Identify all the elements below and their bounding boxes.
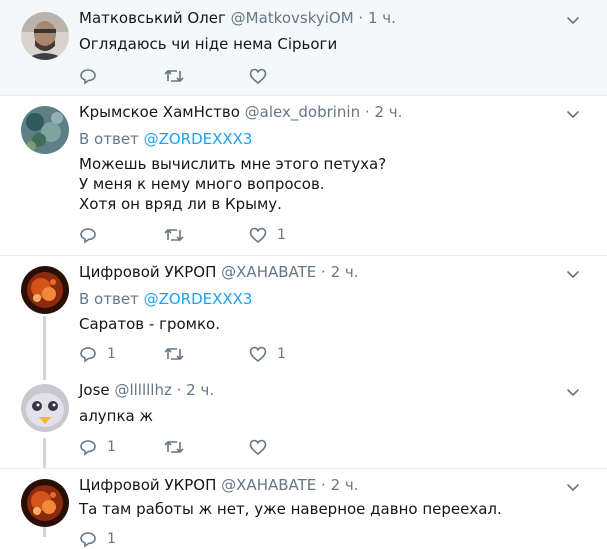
avatar[interactable] xyxy=(21,384,69,432)
author-name[interactable]: Крымское ХамНство xyxy=(79,103,240,121)
chevron-down-icon[interactable] xyxy=(565,384,581,400)
retweet-button[interactable] xyxy=(164,225,184,245)
tweet-text-line: Саратов - громко. xyxy=(79,315,220,333)
author-handle[interactable]: @llllllhz xyxy=(114,381,171,399)
reply-count: 1 xyxy=(107,346,116,362)
avatar[interactable] xyxy=(21,479,69,527)
author-handle[interactable]: @XAHABATE xyxy=(221,476,316,494)
thread-line xyxy=(43,374,46,380)
retweet-icon xyxy=(164,70,184,82)
tweet-header: Крымское ХамНство @alex_dobrinin · 2 ч. xyxy=(79,102,402,122)
tweet[interactable]: Крымское ХамНство @alex_dobrinin · 2 ч. … xyxy=(0,96,607,256)
timestamp[interactable]: 2 ч. xyxy=(331,263,359,281)
reply-mention-link[interactable]: @ZORDEXXX3 xyxy=(144,290,253,308)
retweet-button[interactable] xyxy=(164,344,184,364)
separator-dot: · xyxy=(321,263,326,281)
reply-count: 1 xyxy=(107,439,116,455)
chevron-down-icon[interactable] xyxy=(565,106,581,122)
tweet-text: Та там работы ж нет, уже наверное давно … xyxy=(79,499,502,519)
like-button[interactable] xyxy=(249,437,267,457)
timestamp[interactable]: 2 ч. xyxy=(186,381,214,399)
like-count: 1 xyxy=(277,346,286,362)
separator-dot: · xyxy=(321,476,326,494)
tweet-text-line: Хотя он вряд ли в Крыму. xyxy=(79,195,282,213)
tweet[interactable]: Цифровой УКРОП @XAHABATE · 2 ч. Та там р… xyxy=(0,468,607,548)
author-handle[interactable]: @XAHABATE xyxy=(221,263,316,281)
timestamp[interactable]: 2 ч. xyxy=(331,476,359,494)
chevron-down-icon[interactable] xyxy=(565,266,581,282)
reply-icon xyxy=(80,532,96,548)
heart-icon xyxy=(249,68,267,85)
tweet-text-line: Та там работы ж нет, уже наверное давно … xyxy=(79,500,502,518)
reply-prefix: В ответ xyxy=(79,130,144,148)
tweet-text-line: У меня к нему много вопросов. xyxy=(79,175,325,193)
tweet[interactable]: Цифровой УКРОП @XAHABATE · 2 ч. В ответ … xyxy=(0,256,607,374)
thread-line xyxy=(43,438,46,468)
retweet-icon xyxy=(164,348,184,360)
reply-icon xyxy=(80,228,96,244)
author-name[interactable]: Цифровой УКРОП xyxy=(79,476,216,494)
tweet-text: Саратов - громко. xyxy=(79,314,220,334)
tweet-header: Цифровой УКРОП @XAHABATE · 2 ч. xyxy=(79,262,359,282)
author-name[interactable]: Jose xyxy=(79,381,110,399)
tweet-header: Jose @llllllhz · 2 ч. xyxy=(79,380,214,400)
heart-icon xyxy=(249,439,267,456)
timestamp[interactable]: 2 ч. xyxy=(374,103,402,121)
retweet-icon xyxy=(164,441,184,453)
reply-context: В ответ @ZORDEXXX3 xyxy=(79,129,252,149)
timestamp[interactable]: 1 ч. xyxy=(368,9,396,27)
tweet-text: Можешь вычислить мне этого петуха? У мен… xyxy=(79,154,386,214)
reply-icon xyxy=(80,440,96,456)
reply-button[interactable]: 1 xyxy=(79,344,116,364)
tweet[interactable]: Jose @llllllhz · 2 ч. алупка ж 1 xyxy=(0,374,607,468)
separator-dot: · xyxy=(176,381,182,399)
chevron-down-icon[interactable] xyxy=(565,12,581,28)
tweet-text: Оглядаюсь чи ніде нема Сірьоги xyxy=(79,34,337,54)
author-handle[interactable]: @MatkovskyiOM xyxy=(231,9,354,27)
like-button[interactable]: 1 xyxy=(249,225,286,245)
thread-line xyxy=(43,316,46,374)
tweet-text-line: Можешь вычислить мне этого петуха? xyxy=(79,155,387,173)
avatar[interactable] xyxy=(21,12,69,60)
avatar[interactable] xyxy=(21,106,69,154)
retweet-button[interactable] xyxy=(164,66,184,86)
reply-mention-link[interactable]: @ZORDEXXX3 xyxy=(144,130,253,148)
reply-button[interactable] xyxy=(79,66,97,86)
reply-button[interactable]: 1 xyxy=(79,529,116,549)
author-handle[interactable]: @alex_dobrinin xyxy=(245,103,360,121)
reply-button[interactable] xyxy=(79,225,97,245)
tweet[interactable]: Матковський Олег @MatkovskyiOM · 1 ч. Ог… xyxy=(0,0,607,96)
like-count: 1 xyxy=(277,227,286,243)
author-name[interactable]: Цифровой УКРОП xyxy=(79,263,216,281)
reply-button[interactable]: 1 xyxy=(79,437,116,457)
tweet-text: алупка ж xyxy=(79,406,153,426)
tweet-header: Матковський Олег @MatkovskyiOM · 1 ч. xyxy=(79,8,396,28)
like-button[interactable]: 1 xyxy=(249,344,286,364)
tweet-text-line: алупка ж xyxy=(79,407,153,425)
reply-icon xyxy=(80,347,96,363)
reply-count: 1 xyxy=(107,531,116,547)
tweet-header: Цифровой УКРОП @XAHABATE · 2 ч. xyxy=(79,475,359,495)
separator-dot: · xyxy=(364,103,370,121)
retweet-button[interactable] xyxy=(164,437,184,457)
author-name[interactable]: Матковський Олег xyxy=(79,9,226,27)
tweet-text-line: Оглядаюсь чи ніде нема Сірьоги xyxy=(79,35,338,53)
heart-icon xyxy=(249,346,267,363)
separator-dot: · xyxy=(358,9,364,27)
retweet-icon xyxy=(164,229,184,241)
reply-icon xyxy=(80,69,96,85)
avatar[interactable] xyxy=(21,266,69,314)
reply-context: В ответ @ZORDEXXX3 xyxy=(79,289,252,309)
like-button[interactable] xyxy=(249,66,267,86)
reply-prefix: В ответ xyxy=(79,290,144,308)
chevron-down-icon[interactable] xyxy=(565,479,581,495)
heart-icon xyxy=(249,227,267,244)
